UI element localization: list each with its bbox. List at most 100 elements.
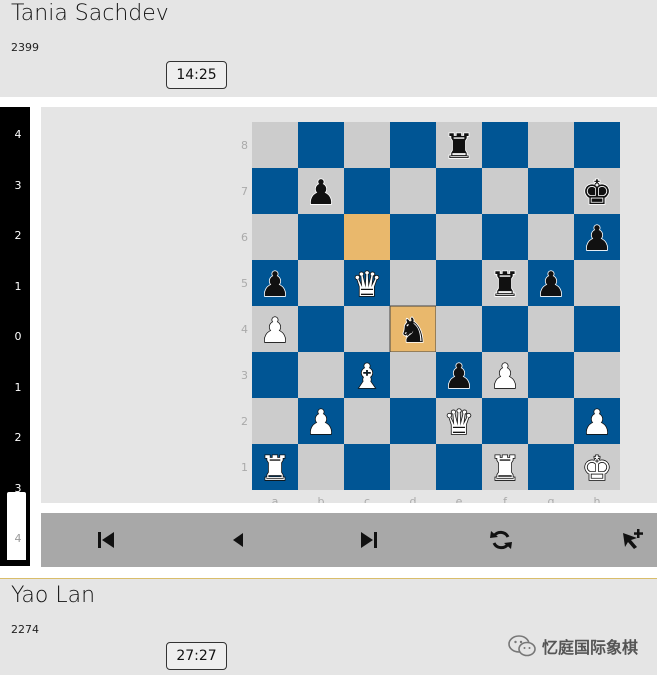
square-b4[interactable]	[298, 306, 344, 352]
black-rook-piece[interactable]: ♜	[443, 126, 475, 168]
file-label: c	[364, 495, 370, 503]
square-d3[interactable]	[390, 352, 436, 398]
black-pawn-piece[interactable]: ♟	[305, 172, 337, 214]
square-a8[interactable]	[252, 122, 298, 168]
square-h5[interactable]	[574, 260, 620, 306]
white-queen-piece[interactable]: ♛	[351, 264, 383, 306]
chessboard[interactable]: 87654321a b c d e f g h♜♟ ♚♟♟ ♛ ♜ ♟♟ ♞♝ ♟ ♟♟ ♛ ♟♜ ♜ ♚	[241, 111, 621, 503]
white-pawn-piece[interactable]: ♟	[489, 356, 521, 398]
square-a6[interactable]	[252, 214, 298, 260]
square-g7[interactable]	[528, 168, 574, 214]
white-king-piece[interactable]: ♚	[581, 448, 613, 490]
board-area: 8 7 6 5 4 3 2 1 a b c d e f g h ♜ ♟ ♚ ♟ ♟ ♛ ♜ ♟ ♟ ♞ ♝ ♟ ♟ ♟ ♛ ♟ ♜ ♜ ♚	[41, 107, 657, 503]
square-g1[interactable]	[528, 444, 574, 490]
last-move-button[interactable]	[354, 525, 384, 555]
eval-tick-label: 0	[14, 330, 22, 343]
square-f8[interactable]	[482, 122, 528, 168]
wechat-icon	[508, 635, 536, 657]
square-c2[interactable]	[344, 398, 390, 444]
square-g2[interactable]	[528, 398, 574, 444]
skip-forward-icon	[361, 532, 377, 548]
white-pawn-piece[interactable]: ♟	[259, 310, 291, 352]
controls-bar	[41, 513, 657, 567]
white-bishop-piece[interactable]: ♝	[351, 356, 383, 398]
square-g4[interactable]	[528, 306, 574, 352]
square-c1[interactable]	[344, 444, 390, 490]
top-player-clock: 14:25	[166, 61, 227, 89]
square-d5[interactable]	[390, 260, 436, 306]
white-pawn-piece[interactable]: ♟	[305, 402, 337, 444]
black-pawn-piece[interactable]: ♟	[259, 264, 291, 306]
square-h4[interactable]	[574, 306, 620, 352]
white-rook-piece[interactable]: ♜	[489, 448, 521, 490]
square-d8[interactable]	[390, 122, 436, 168]
file-label: f	[503, 495, 508, 503]
square-f7[interactable]	[482, 168, 528, 214]
square-b6[interactable]	[298, 214, 344, 260]
black-pawn-piece[interactable]: ♟	[443, 356, 475, 398]
flip-board-button[interactable]	[486, 525, 516, 555]
first-move-button[interactable]	[91, 525, 121, 555]
file-label: b	[318, 495, 325, 503]
rank-label: 1	[241, 461, 248, 474]
black-king-piece[interactable]: ♚	[581, 172, 613, 214]
white-rook-piece[interactable]: ♜	[259, 448, 291, 490]
watermark: 忆庭国际象棋	[508, 633, 638, 659]
square-g6[interactable]	[528, 214, 574, 260]
previous-move-button[interactable]	[223, 525, 253, 555]
square-e7[interactable]	[436, 168, 482, 214]
analysis-cursor-button[interactable]	[617, 525, 647, 555]
square-e4[interactable]	[436, 306, 482, 352]
square-d2[interactable]	[390, 398, 436, 444]
black-pawn-piece[interactable]: ♟	[581, 218, 613, 260]
square-e5[interactable]	[436, 260, 482, 306]
white-queen-piece[interactable]: ♛	[443, 402, 475, 444]
square-d7[interactable]	[390, 168, 436, 214]
black-knight-piece[interactable]: ♞	[397, 310, 429, 352]
top-player-panel: Tania Sachdev 2399 14:25	[0, 0, 657, 97]
eval-tick-label: 1	[14, 279, 22, 293]
square-c7[interactable]	[344, 168, 390, 214]
square-d1[interactable]	[390, 444, 436, 490]
square-h3[interactable]	[574, 352, 620, 398]
square-b8[interactable]	[298, 122, 344, 168]
top-player-name: Tania Sachdev	[11, 1, 169, 26]
square-a3[interactable]	[252, 352, 298, 398]
bottom-player-rating: 2274	[11, 623, 39, 636]
square-e1[interactable]	[436, 444, 482, 490]
skip-back-icon	[98, 532, 114, 548]
square-e6[interactable]	[436, 214, 482, 260]
square-b1[interactable]	[298, 444, 344, 490]
black-rook-piece[interactable]: ♜	[489, 264, 521, 306]
square-c6[interactable]	[344, 214, 390, 260]
square-f6[interactable]	[482, 214, 528, 260]
square-a2[interactable]	[252, 398, 298, 444]
black-pawn-piece[interactable]: ♟	[535, 264, 567, 306]
eval-tick-label: 1	[14, 380, 22, 394]
square-g3[interactable]	[528, 352, 574, 398]
rank-label: 2	[241, 415, 248, 428]
square-b3[interactable]	[298, 352, 344, 398]
square-f4[interactable]	[482, 306, 528, 352]
rank-label: 7	[241, 185, 248, 198]
eval-tick-label: 3	[14, 178, 22, 192]
file-label: g	[548, 495, 555, 503]
eval-tick-label: 4	[14, 128, 22, 141]
square-f2[interactable]	[482, 398, 528, 444]
cursor-plus-icon	[623, 529, 643, 549]
file-label: a	[272, 495, 279, 503]
rank-label: 4	[241, 323, 248, 336]
file-label: e	[456, 495, 463, 503]
rank-label: 3	[241, 369, 248, 382]
square-c4[interactable]	[344, 306, 390, 352]
top-player-rating: 2399	[11, 41, 39, 54]
square-d6[interactable]	[390, 214, 436, 260]
square-b5[interactable]	[298, 260, 344, 306]
white-pawn-piece[interactable]: ♟	[581, 402, 613, 444]
square-c8[interactable]	[344, 122, 390, 168]
rank-label: 8	[241, 139, 248, 152]
square-h8[interactable]	[574, 122, 620, 168]
square-g8[interactable]	[528, 122, 574, 168]
rank-label: 6	[241, 231, 248, 244]
square-a7[interactable]	[252, 168, 298, 214]
